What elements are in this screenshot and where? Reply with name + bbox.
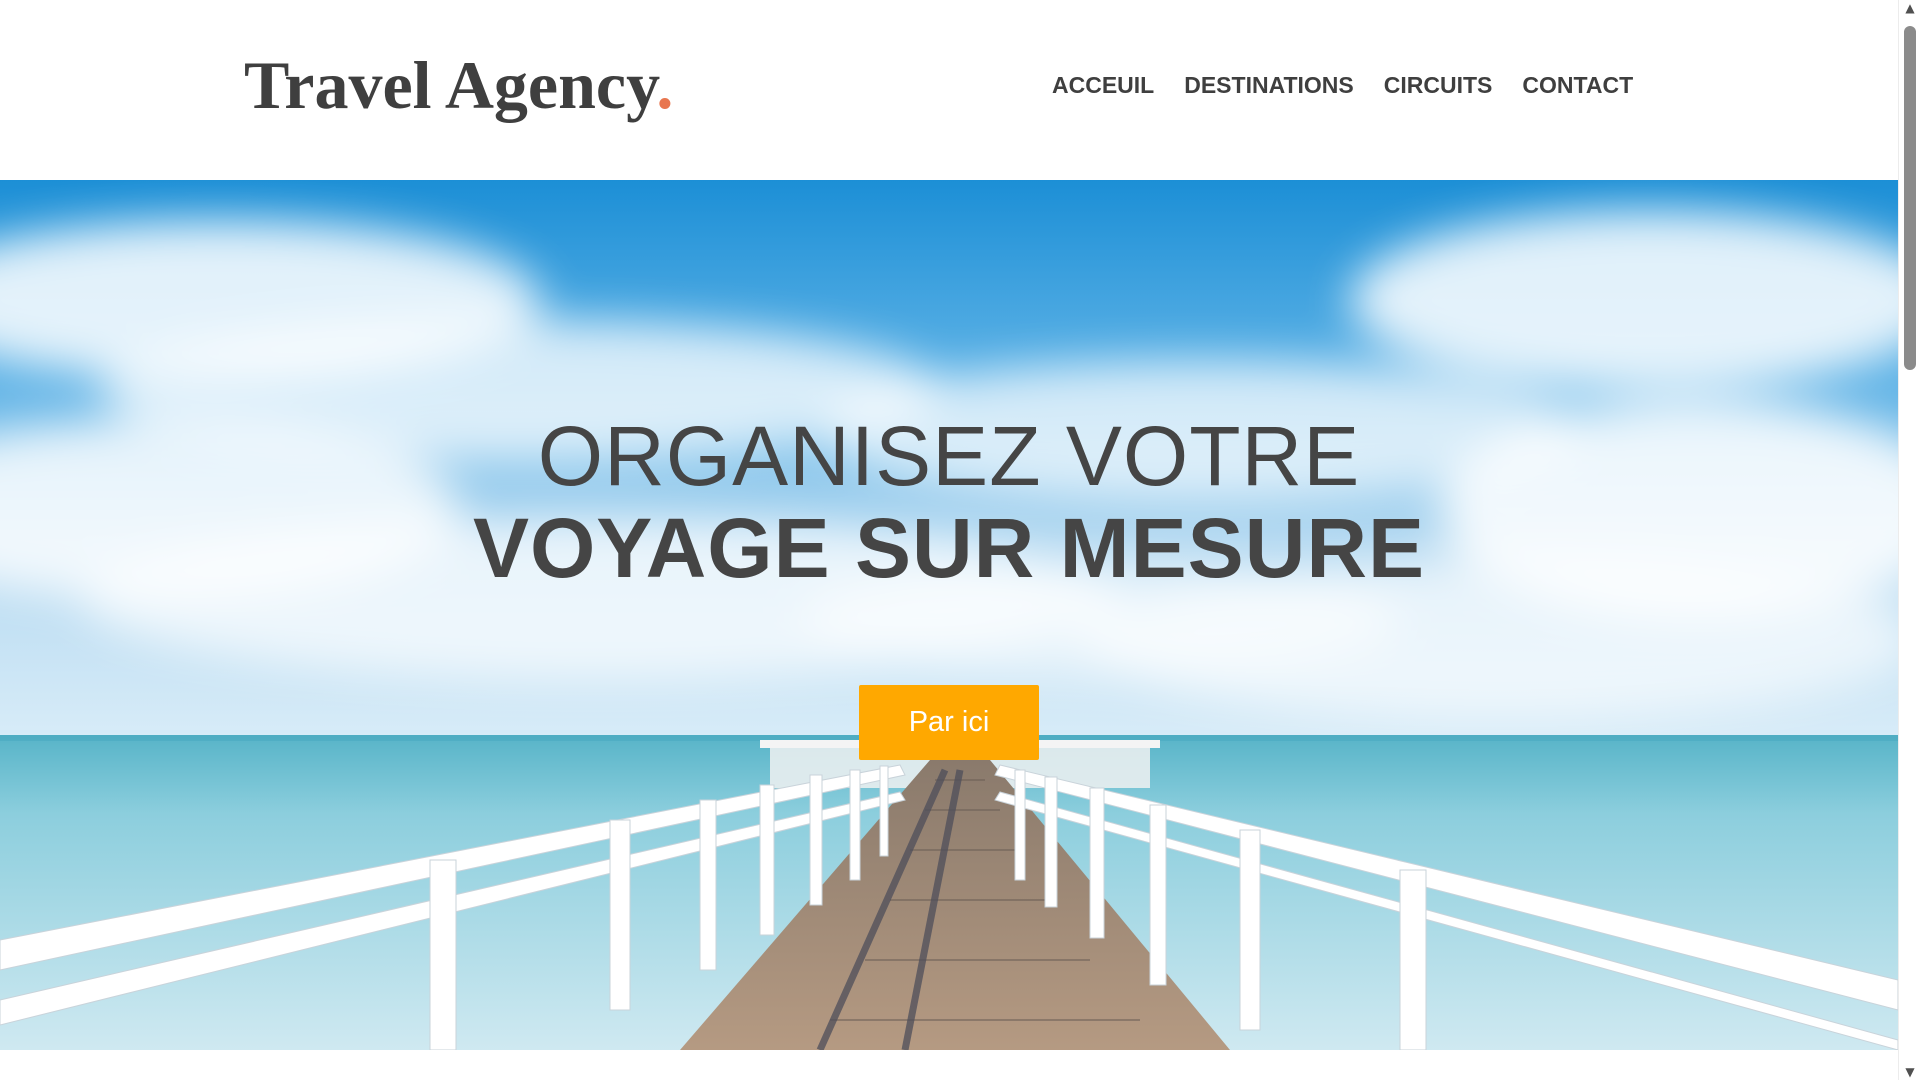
logo-text: Travel Agency [244,47,657,123]
hero-title-line-2: VOYAGE SUR MESURE [472,501,1426,595]
hero-title-line-1: ORGANISEZ VOTRE [537,409,1361,503]
hero-background-image [0,180,1898,1050]
par-ici-button[interactable]: Par ici [859,685,1039,760]
scroll-down-arrow-icon[interactable]: ▼ [1904,1066,1916,1078]
scrollbar-thumb[interactable] [1904,26,1916,370]
main-nav: ACCEUIL DESTINATIONS CIRCUITS CONTACT [1052,72,1633,99]
site-header: Travel Agency. ACCEUIL DESTINATIONS CIRC… [0,0,1898,180]
nav-link-contact[interactable]: CONTACT [1522,72,1633,99]
nav-link-destinations[interactable]: DESTINATIONS [1184,72,1354,99]
hero-section: ORGANISEZ VOTRE VOYAGE SUR MESURE Par ic… [0,180,1898,1050]
logo-dot: . [656,47,674,123]
nav-link-circuits[interactable]: CIRCUITS [1384,72,1493,99]
site-logo[interactable]: Travel Agency. [244,46,673,125]
page-scrollbar[interactable]: ▲ ▼ [1898,0,1920,1080]
scroll-up-arrow-icon[interactable]: ▲ [1904,2,1916,14]
nav-link-acceuil[interactable]: ACCEUIL [1052,72,1154,99]
